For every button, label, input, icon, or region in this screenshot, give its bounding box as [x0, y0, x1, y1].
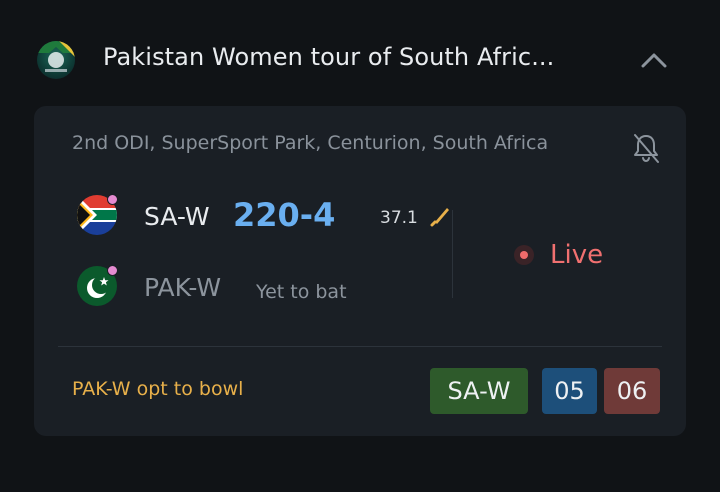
match-venue: 2nd ODI, SuperSport Park, Centurion, Sou…: [72, 132, 549, 154]
team-overs: 37.1: [380, 208, 418, 228]
series-header[interactable]: Pakistan Women tour of South Afric...: [0, 0, 720, 110]
live-label: Live: [550, 240, 604, 270]
collapse-button[interactable]: [636, 44, 672, 76]
team-score: 220-4: [233, 196, 336, 234]
chevron-up-icon: [641, 53, 667, 68]
bell-off-icon: [634, 134, 659, 163]
team-status-note: Yet to bat: [256, 281, 347, 303]
toss-result: PAK-W opt to bowl: [72, 378, 244, 400]
team-name: SA-W: [144, 202, 210, 231]
horizontal-divider: [58, 346, 662, 347]
team-name: PAK-W: [144, 273, 222, 302]
live-indicator-icon: [514, 245, 534, 265]
notification-button[interactable]: [628, 130, 664, 166]
match-card[interactable]: 2nd ODI, SuperSport Park, Centurion, Sou…: [34, 106, 686, 436]
series-title[interactable]: Pakistan Women tour of South Afric...: [103, 43, 554, 71]
team-pill-sa-w[interactable]: SA-W: [430, 368, 528, 414]
number-pill-1[interactable]: 05: [542, 368, 597, 414]
favorite-badge-icon: [107, 194, 118, 205]
number-pill-2[interactable]: 06: [604, 368, 660, 414]
favorite-badge-icon: [107, 265, 118, 276]
vertical-divider: [452, 210, 453, 298]
series-logo-icon: [37, 41, 75, 79]
cricket-bat-icon: [430, 208, 449, 227]
